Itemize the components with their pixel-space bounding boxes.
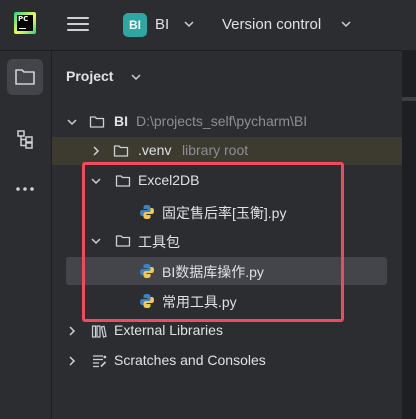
library-icon (91, 325, 107, 338)
tree-node-label: External Libraries (114, 322, 223, 338)
main-menu-icon[interactable] (67, 14, 89, 34)
chevron-right-icon[interactable] (90, 145, 102, 157)
chevron-down-icon[interactable] (183, 18, 195, 30)
more-tool-windows-button[interactable] (7, 171, 43, 207)
editor-edge-strip (402, 51, 416, 419)
folder-icon (113, 145, 129, 157)
tree-node-label: BI (114, 113, 128, 129)
more-icon (16, 187, 34, 191)
panel-title[interactable]: Project (66, 68, 113, 84)
project-badge[interactable]: BI (123, 13, 147, 37)
tree-node-scratches[interactable]: Scratches and Consoles (52, 347, 402, 375)
tree-node-venv[interactable]: .venv library root (52, 137, 402, 165)
chevron-down-icon[interactable] (340, 18, 352, 30)
tree-node-hint: library root (182, 142, 249, 158)
structure-tool-button[interactable] (7, 121, 43, 157)
scroll-marker (402, 97, 416, 101)
structure-icon (17, 130, 33, 149)
tree-node-label: Scratches and Consoles (114, 352, 266, 368)
folder-icon (15, 69, 35, 85)
tree-node-label: .venv (138, 142, 172, 158)
tool-window-bar (0, 51, 52, 419)
highlight-annotation-box (82, 162, 344, 322)
logo-text: PC (18, 15, 29, 23)
scratches-icon (93, 355, 107, 368)
chevron-right-icon[interactable] (66, 355, 78, 367)
version-control-widget[interactable]: Version control (222, 16, 321, 33)
main-toolbar: PC BI BI Version control (0, 0, 416, 51)
tree-node-bi[interactable]: BI D:\projects_self\pycharm\BI (52, 108, 402, 136)
tree-node-path: D:\projects_self\pycharm\BI (136, 113, 308, 129)
chevron-right-icon[interactable] (66, 325, 78, 337)
pycharm-logo-icon[interactable]: PC (14, 12, 36, 34)
project-tool-button[interactable] (7, 59, 43, 95)
chevron-down-icon[interactable] (66, 116, 78, 128)
folder-icon (89, 116, 105, 128)
project-widget-label[interactable]: BI (155, 16, 169, 33)
chevron-down-icon[interactable] (130, 71, 142, 83)
